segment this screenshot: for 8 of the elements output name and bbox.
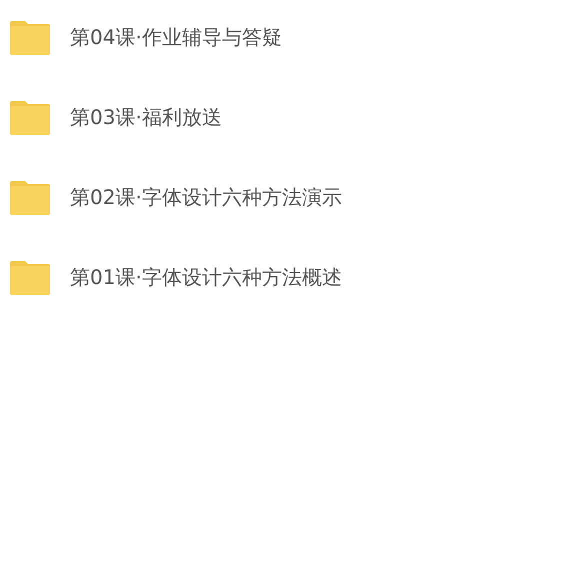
folder-icon bbox=[10, 179, 50, 215]
folder-icon bbox=[10, 259, 50, 295]
folder-icon bbox=[10, 99, 50, 135]
folder-name[interactable]: 第02课·字体设计六种方法演示 bbox=[70, 184, 342, 210]
folder-name[interactable]: 第03课·福利放送 bbox=[70, 104, 222, 130]
folder-name[interactable]: 第01课·字体设计六种方法概述 bbox=[70, 264, 342, 290]
folder-name[interactable]: 第04课·作业辅导与答疑 bbox=[70, 24, 282, 50]
folder-icon bbox=[10, 19, 50, 55]
